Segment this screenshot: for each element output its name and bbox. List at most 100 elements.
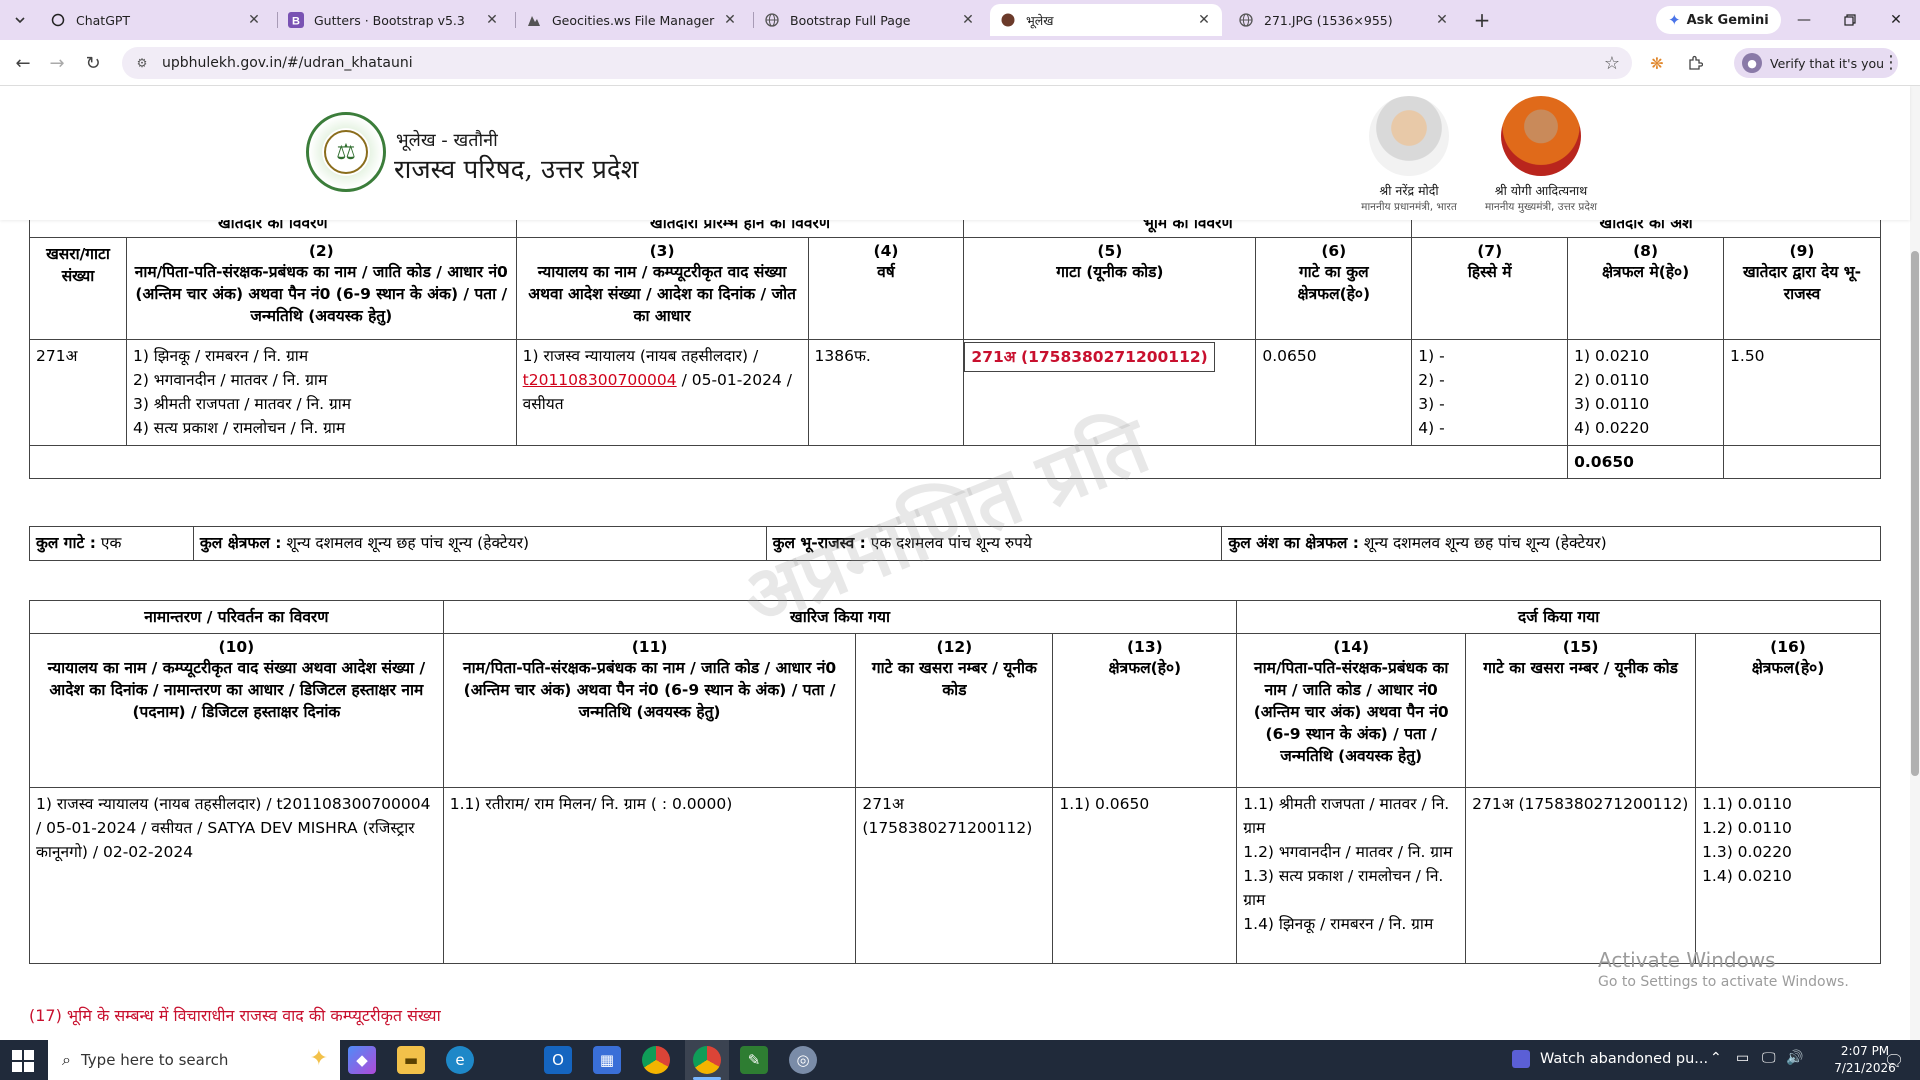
tab-search-chevron-icon[interactable]	[8, 8, 32, 32]
close-icon[interactable]: ✕	[1434, 12, 1450, 28]
revenue-cell: 1.50	[1723, 339, 1881, 446]
chrome-active-icon[interactable]	[693, 1046, 721, 1074]
case-number-link[interactable]: t201108300700004	[523, 371, 677, 389]
group-header-entered: दर्ज किया गया	[1236, 600, 1881, 634]
profile-avatar-icon: ●	[1742, 53, 1762, 73]
col-header-16: (16) क्षेत्रफल(हे०)	[1695, 633, 1881, 788]
col-header-6: (6) गाटे का कुल क्षेत्रफल(हे०)	[1255, 237, 1413, 340]
cm-photo	[1501, 96, 1581, 176]
taskbar-search-box[interactable]: ⌕ Type here to search ✦	[48, 1040, 340, 1080]
tab-271-jpg[interactable]: 271.JPG (1536×955) ✕	[1228, 4, 1460, 36]
minimize-icon[interactable]: —	[1792, 8, 1816, 32]
new-tab-plus-icon[interactable]: +	[1470, 8, 1494, 32]
summary-total-area: कुल क्षेत्रफल : शून्य दशमलव शून्य छह पां…	[192, 526, 767, 561]
browser-toolbar: ← → ↻ ⚙ upbhulekh.gov.in/#/udran_khataun…	[0, 40, 1920, 86]
khatauni-owner-table: खातेदार का विवरण खातेदारी प्रारम्भ होने …	[28, 206, 1881, 479]
bootstrap-icon: B	[288, 12, 304, 28]
notepad-icon[interactable]: ✎	[740, 1046, 768, 1074]
pending-case-note: (17) भूमि के सम्बन्ध में विचाराधीन राजस्…	[29, 1006, 441, 1025]
tab-label: भूलेख	[1026, 12, 1054, 28]
browser-menu-icon[interactable]: ⋮	[1882, 52, 1900, 73]
tab-bhulekh[interactable]: भूलेख ✕	[990, 4, 1222, 36]
site-info-icon[interactable]: ⚙	[134, 55, 150, 71]
page-scrollbar[interactable]	[1910, 86, 1920, 1040]
globe-icon	[764, 12, 780, 28]
ask-gemini-button[interactable]: ✦ Ask Gemini	[1656, 6, 1781, 34]
extension-icon[interactable]: ❋	[1644, 50, 1670, 76]
ask-gemini-label: Ask Gemini	[1686, 12, 1769, 28]
court-cell: 1) राजस्व न्यायालय (नायब तहसीलदार) / t20…	[515, 339, 809, 446]
verify-profile-button[interactable]: ● Verify that it's you	[1734, 48, 1899, 78]
outlook-icon[interactable]: O	[544, 1046, 572, 1074]
activate-windows-notice: Activate Windows Go to Settings to activ…	[1598, 948, 1849, 990]
show-hidden-icons-chevron-icon[interactable]: ⌃	[1710, 1050, 1722, 1066]
browser-tab-strip: ChatGPT ✕ B Gutters · Bootstrap v5.3 ✕ G…	[0, 0, 1920, 40]
extensions-puzzle-icon[interactable]	[1682, 50, 1708, 76]
summary-table: कुल गाटे : एक कुल क्षेत्रफल : शून्य दशमल…	[29, 526, 1881, 561]
tab-label: ChatGPT	[76, 12, 131, 28]
restore-icon[interactable]	[1838, 8, 1862, 32]
total-area-cell: 0.0650	[1255, 339, 1413, 446]
copilot-icon[interactable]: ◆	[348, 1046, 376, 1074]
close-icon[interactable]: ✕	[246, 12, 262, 28]
volume-icon[interactable]: 🔊	[1786, 1050, 1803, 1066]
site-title: राजस्व परिषद, उत्तर प्रदेश	[394, 155, 639, 185]
tab-chatgpt[interactable]: ChatGPT ✕	[40, 4, 272, 36]
col-header-3: (3) न्यायालय का नाम / कम्प्यूटरीकृत वाद स…	[515, 237, 809, 340]
leader-pm: श्री नरेंद्र मोदी माननीय प्रधानमंत्री, भ…	[1349, 96, 1469, 214]
mutation-table: नामान्तरण / परिवर्तन का विवरण खारिज किया…	[29, 600, 1881, 964]
table-row: 271अ 1) झिनकू / रामबरन / नि. ग्राम 2) भग…	[29, 339, 1881, 446]
store-icon[interactable]: ▦	[593, 1046, 621, 1074]
windows-taskbar: ⌕ Type here to search ✦ ◆ ▬ e O ▦ ✎ ◎ Wa…	[0, 1040, 1920, 1080]
entered-owners-cell: 1.1) श्रीमती राजपता / मातवर / नि. ग्राम 1…	[1236, 787, 1467, 964]
bookmark-star-icon[interactable]: ☆	[1604, 53, 1620, 74]
revenue-board-emblem-icon: ⚖	[306, 112, 386, 192]
back-arrow-icon[interactable]: ←	[10, 50, 36, 76]
network-icon[interactable]: 🖵	[1762, 1050, 1776, 1066]
svg-text:B: B	[292, 16, 300, 28]
close-icon[interactable]: ✕	[722, 12, 738, 28]
news-headline: Watch abandoned pu...	[1540, 1051, 1709, 1067]
notification-icon[interactable]: 🗨	[1884, 1051, 1904, 1070]
gemini-sparkle-icon: ✦	[1668, 11, 1681, 29]
area-share-cell: 1) 0.0210 2) 0.0110 3) 0.0110 4) 0.0220	[1567, 339, 1725, 446]
chrome-icon[interactable]	[642, 1046, 670, 1074]
col-header-13: (13) क्षेत्रफल(हे०)	[1052, 633, 1238, 788]
file-explorer-icon[interactable]: ▬	[397, 1046, 425, 1074]
summary-total-revenue: कुल भू-राजस्व : एक दशमलव पांच शून्य रुपय…	[765, 526, 1223, 561]
app-icon[interactable]: ◎	[789, 1046, 817, 1074]
gata-unique-code[interactable]: 271अ (1758380271200112)	[964, 342, 1215, 372]
share-cell: 1) -2) - 3) -4) -	[1411, 339, 1569, 446]
close-icon[interactable]: ✕	[960, 12, 976, 28]
geocities-icon	[526, 12, 542, 28]
close-window-icon[interactable]: ✕	[1884, 8, 1908, 32]
close-icon[interactable]: ✕	[1196, 12, 1212, 28]
tab-geocities[interactable]: Geocities.ws File Manager ✕	[516, 4, 748, 36]
tab-bootstrap-full-page[interactable]: Bootstrap Full Page ✕	[754, 4, 986, 36]
task-view-icon[interactable]: ▭	[1736, 1050, 1749, 1066]
col-header-9: (9) खातेदार द्वारा देय भू-राजस्व	[1723, 237, 1881, 340]
summary-total-gata: कुल गाटे : एक	[29, 526, 194, 561]
windows-start-icon[interactable]	[12, 1050, 34, 1072]
forward-arrow-icon[interactable]: →	[44, 50, 70, 76]
news-widget[interactable]: Watch abandoned pu...	[1512, 1050, 1708, 1068]
group-header-removed: खारिज किया गया	[442, 600, 1238, 634]
globe-icon	[1238, 12, 1254, 28]
reload-icon[interactable]: ↻	[80, 50, 106, 76]
mutation-court-cell: 1) राजस्व न्यायालय (नायब तहसीलदार) / t20…	[29, 787, 444, 964]
removed-owner-cell: 1.1) रतीराम/ राम मिलन/ नि. ग्राम ( : 0.0…	[442, 787, 857, 964]
col-header-14: (14) नाम/पिता-पति-संरक्षक-प्रबंधक का नाम …	[1236, 633, 1467, 788]
entered-area-cell: 1.1) 0.0110 1.2) 0.0110 1.3) 0.0220 1.4) 0…	[1695, 787, 1881, 964]
edge-icon[interactable]: e	[446, 1046, 474, 1074]
video-icon	[1512, 1050, 1530, 1068]
col-header-15: (15) गाटे का खसरा नम्बर / यूनीक कोड	[1465, 633, 1697, 788]
summary-total-share-area: कुल अंश का क्षेत्रफल : शून्य दशमलव शून्य…	[1221, 526, 1881, 561]
tab-bootstrap-gutters[interactable]: B Gutters · Bootstrap v5.3 ✕	[278, 4, 510, 36]
close-icon[interactable]: ✕	[484, 12, 500, 28]
col-header-8: (8) क्षेत्रफल मे(हे०)	[1567, 237, 1725, 340]
removed-area-cell: 1.1) 0.0650	[1052, 787, 1238, 964]
table-row: 1) राजस्व न्यायालय (नायब तहसीलदार) / t20…	[29, 787, 1881, 964]
address-bar[interactable]: ⚙ upbhulekh.gov.in/#/udran_khatauni ☆	[122, 47, 1632, 79]
tab-label: Bootstrap Full Page	[790, 12, 911, 28]
total-row: 0.0650	[28, 445, 1881, 479]
